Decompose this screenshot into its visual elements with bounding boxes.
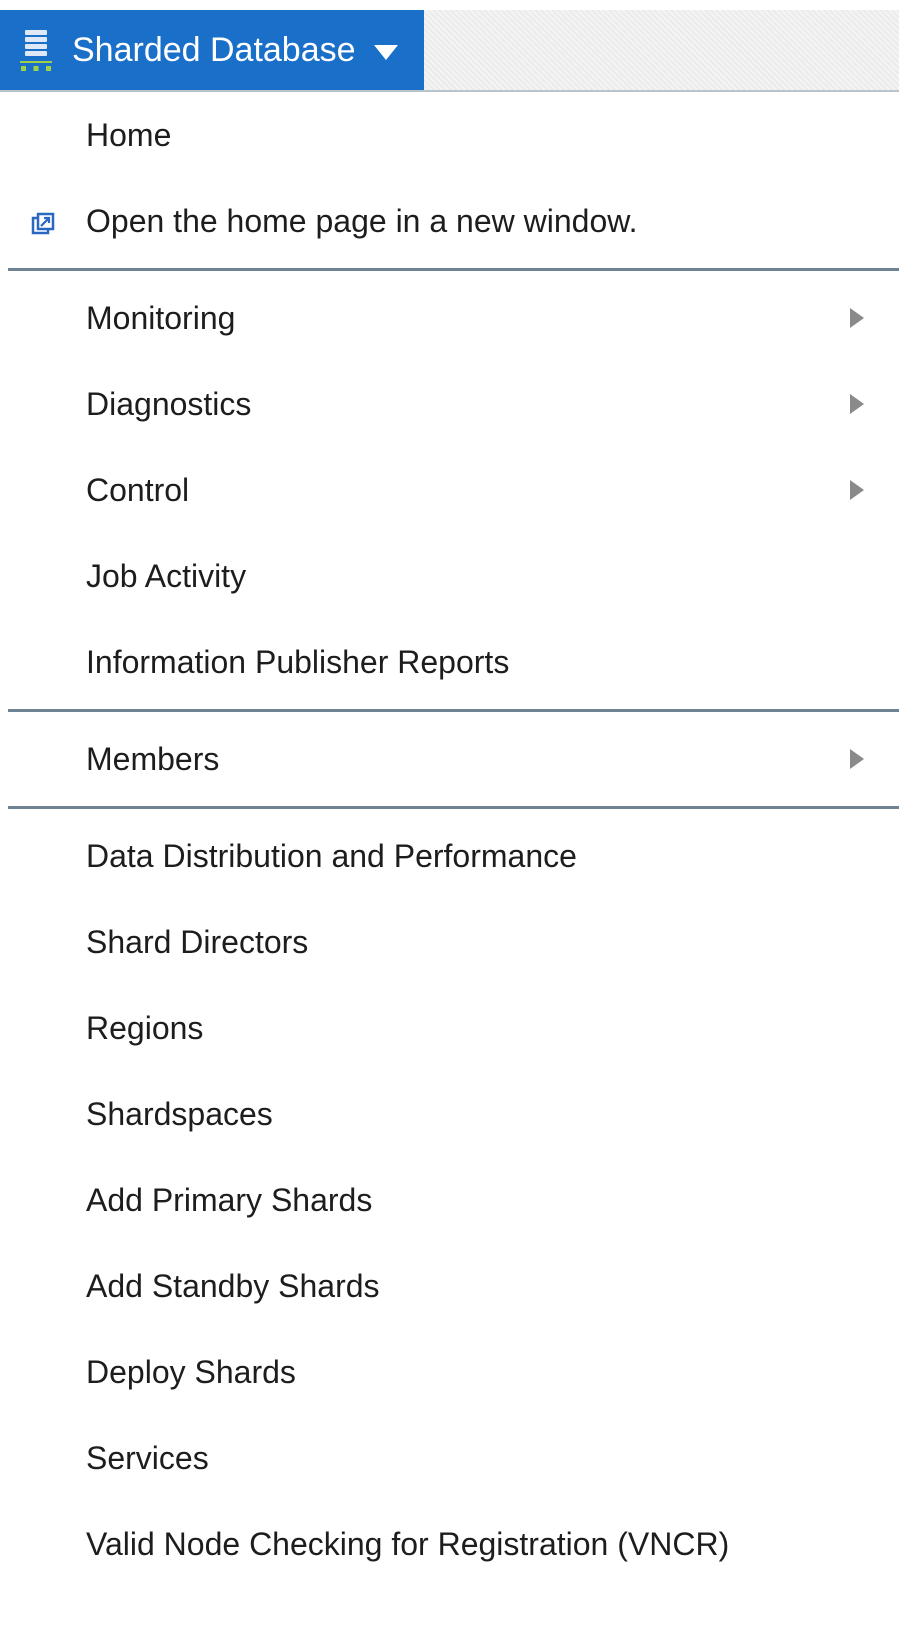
menu-item-diagnostics[interactable]: Diagnostics bbox=[0, 361, 899, 447]
menu-item-label: Diagnostics bbox=[86, 385, 252, 422]
submenu-arrow-icon bbox=[850, 394, 864, 414]
menu-item-control[interactable]: Control bbox=[0, 447, 899, 533]
sharded-database-menu-button[interactable]: Sharded Database bbox=[0, 10, 424, 90]
menu-item-job-activity[interactable]: Job Activity bbox=[0, 533, 899, 619]
menu-item-information-publisher-reports[interactable]: Information Publisher Reports bbox=[0, 619, 899, 705]
menu-item-add-standby-shards[interactable]: Add Standby Shards bbox=[0, 1243, 899, 1329]
menu-item-deploy-shards[interactable]: Deploy Shards bbox=[0, 1329, 899, 1415]
menu-item-home[interactable]: Home bbox=[0, 92, 899, 178]
menu-item-members[interactable]: Members bbox=[0, 716, 899, 802]
menu-separator bbox=[8, 709, 899, 712]
menu-item-label: Shard Directors bbox=[86, 923, 309, 960]
sharded-database-label: Sharded Database bbox=[72, 30, 356, 69]
menu-item-label: Add Primary Shards bbox=[86, 1181, 373, 1218]
chevron-down-icon bbox=[373, 44, 398, 60]
menu-item-label: Job Activity bbox=[86, 557, 247, 594]
menu-item-label: Control bbox=[86, 471, 190, 508]
menu-item-label: Services bbox=[86, 1439, 209, 1476]
menu-item-vncr[interactable]: Valid Node Checking for Registration (VN… bbox=[0, 1501, 899, 1587]
menu-item-regions[interactable]: Regions bbox=[0, 985, 899, 1071]
menu-item-label: Valid Node Checking for Registration (VN… bbox=[86, 1525, 730, 1562]
menu-separator bbox=[8, 806, 899, 809]
menu-item-label: Add Standby Shards bbox=[86, 1267, 380, 1304]
menu-item-label: Regions bbox=[86, 1009, 204, 1046]
menu-item-label: Deploy Shards bbox=[86, 1353, 296, 1390]
sharded-database-dropdown-menu: Home Open the home page in a new window.… bbox=[0, 92, 899, 1587]
menu-item-shard-directors[interactable]: Shard Directors bbox=[0, 899, 899, 985]
menu-item-monitoring[interactable]: Monitoring bbox=[0, 275, 899, 361]
menu-item-add-primary-shards[interactable]: Add Primary Shards bbox=[0, 1157, 899, 1243]
menu-item-label: Members bbox=[86, 740, 220, 777]
menu-item-label: Monitoring bbox=[86, 299, 236, 336]
menu-item-label: Shardspaces bbox=[86, 1095, 273, 1132]
submenu-arrow-icon bbox=[850, 308, 864, 328]
submenu-arrow-icon bbox=[850, 480, 864, 500]
menu-item-label: Home bbox=[86, 116, 172, 153]
menu-item-shardspaces[interactable]: Shardspaces bbox=[0, 1071, 899, 1157]
new-window-icon bbox=[30, 208, 56, 235]
menu-item-data-distribution[interactable]: Data Distribution and Performance bbox=[0, 813, 899, 899]
submenu-arrow-icon bbox=[850, 749, 864, 769]
menu-item-services[interactable]: Services bbox=[0, 1415, 899, 1501]
menu-separator bbox=[8, 268, 899, 271]
menu-item-open-new-window[interactable]: Open the home page in a new window. bbox=[0, 178, 899, 264]
menu-item-label: Information Publisher Reports bbox=[86, 643, 510, 680]
menu-item-label: Data Distribution and Performance bbox=[86, 837, 577, 874]
sharded-database-icon bbox=[12, 26, 60, 74]
menu-item-label: Open the home page in a new window. bbox=[86, 202, 638, 239]
target-menu-bar: Sharded Database bbox=[0, 10, 899, 92]
